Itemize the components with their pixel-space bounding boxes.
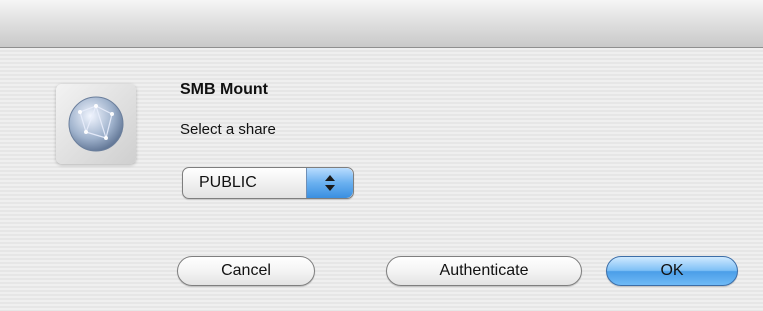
globe-graphic bbox=[68, 96, 124, 152]
share-select-value: PUBLIC bbox=[199, 174, 257, 191]
chevron-updown-icon-graphic bbox=[325, 175, 335, 191]
cancel-button-label: Cancel bbox=[221, 262, 271, 279]
smb-mount-dialog: SMB Mount Select a share PUBLIC Cancel A… bbox=[0, 0, 763, 311]
ok-button-label: OK bbox=[660, 262, 684, 279]
share-select[interactable]: PUBLIC bbox=[182, 167, 354, 199]
authenticate-button[interactable]: Authenticate bbox=[386, 256, 582, 286]
cancel-button[interactable]: Cancel bbox=[177, 256, 315, 286]
network-globe-icon bbox=[56, 84, 136, 164]
authenticate-button-label: Authenticate bbox=[439, 262, 529, 279]
chevron-updown-icon bbox=[306, 168, 353, 198]
ok-button[interactable]: OK bbox=[606, 256, 738, 286]
dialog-title: SMB Mount bbox=[180, 81, 268, 98]
dialog-prompt: Select a share bbox=[180, 121, 276, 138]
window-titlebar[interactable] bbox=[0, 0, 763, 48]
